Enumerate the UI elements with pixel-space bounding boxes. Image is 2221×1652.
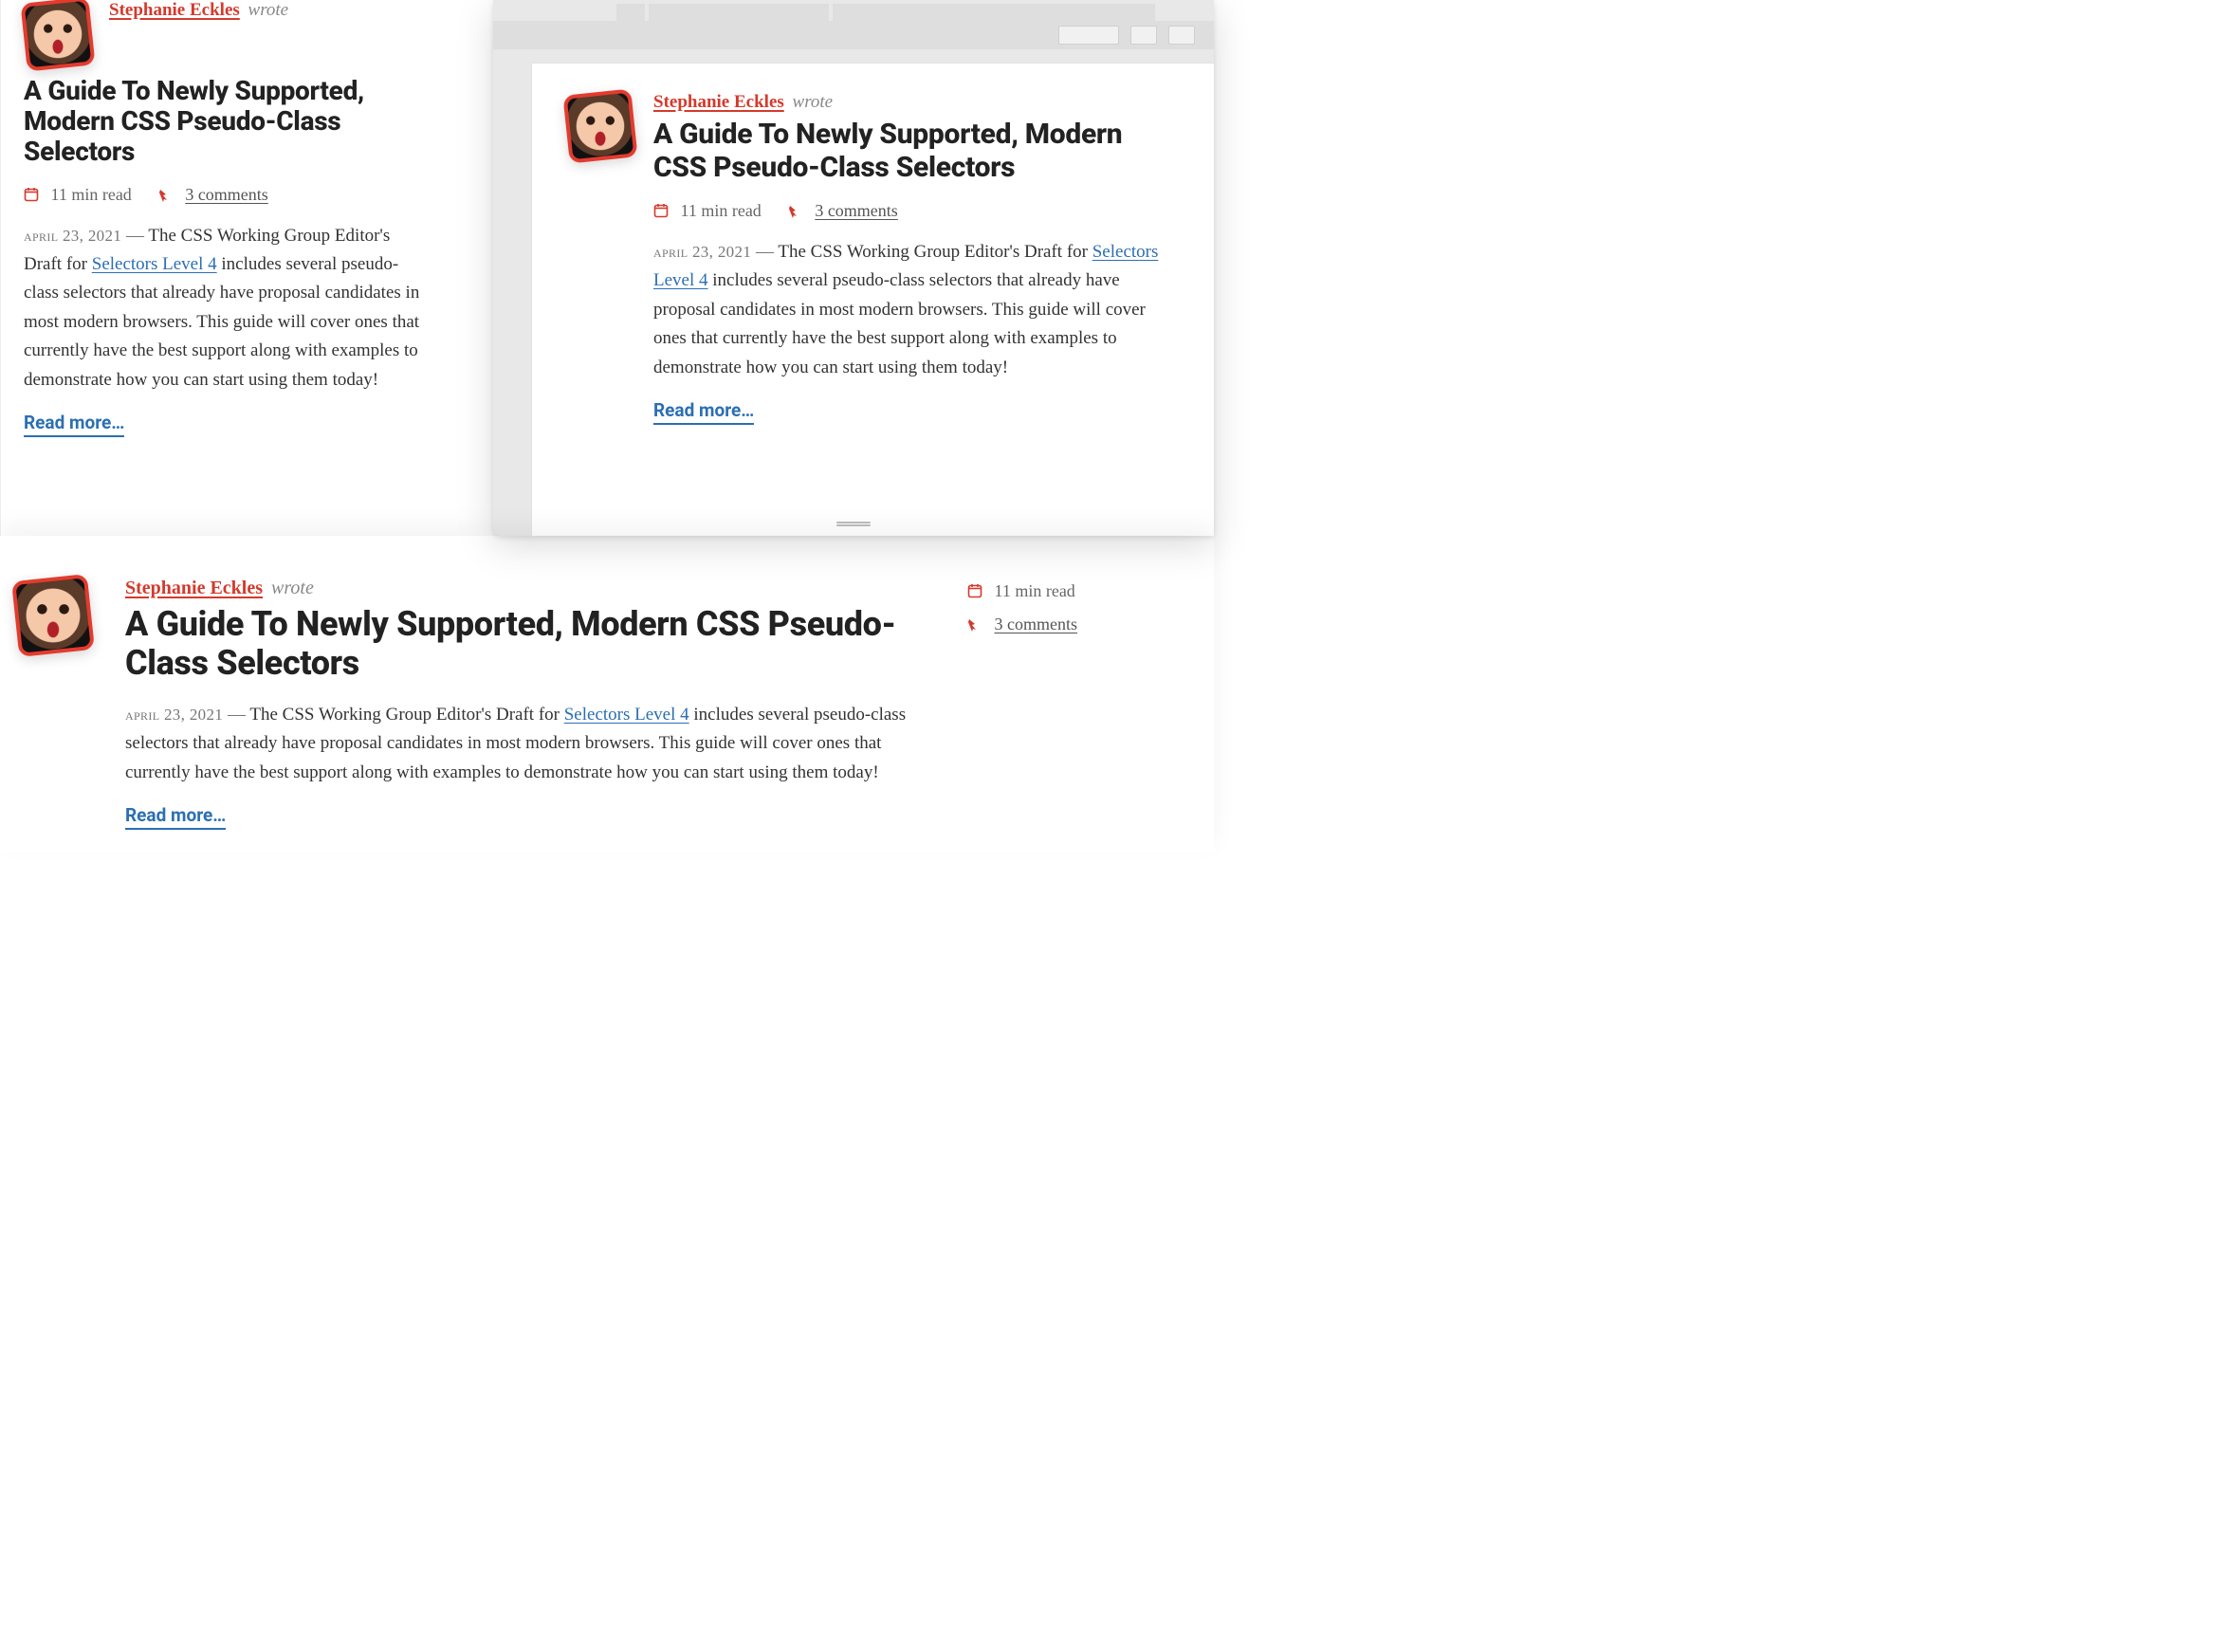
article-title[interactable]: A Guide To Newly Supported, Modern CSS P… [125,605,948,684]
read-time: 11 min read [967,581,1075,601]
article-date: april 23, 2021 [653,243,751,261]
browser-tab[interactable] [616,4,645,21]
browser-tab[interactable] [833,4,1155,21]
read-time: 11 min read [24,185,132,205]
comments: 3 comments [158,185,268,205]
article-meta: 11 min read 3 comments [653,201,1180,221]
browser-tab-strip [493,0,1214,21]
read-more-link[interactable]: Read more… [24,412,124,437]
comments-link[interactable]: 3 comments [815,201,898,220]
calendar-icon [967,583,982,598]
read-time-text: 11 min read [51,185,132,204]
comments: 3 comments [788,201,898,221]
browser-viewport: Stephanie Eckles wrote A Guide To Newly … [531,63,1214,536]
calendar-icon [653,203,669,218]
article-card-wide: Stephanie Eckles wrote A Guide To Newly … [15,578,1157,830]
article-date: april 23, 2021 [125,706,223,724]
author-avatar[interactable] [562,88,637,163]
comments-link[interactable]: 3 comments [185,185,268,204]
wrote-label: wrote [271,578,314,598]
article-excerpt: april 23, 2021 — The CSS Working Group E… [653,238,1180,382]
article-title[interactable]: A Guide To Newly Supported, Modern CSS P… [24,76,432,168]
article-card-medium: Stephanie Eckles wrote A Guide To Newly … [566,92,1180,425]
byline: Stephanie Eckles wrote [109,0,288,21]
author-avatar[interactable] [11,574,95,657]
byline: Stephanie Eckles wrote [125,578,948,599]
read-more-link[interactable]: Read more… [125,804,226,830]
selectors-level-4-link[interactable]: Selectors Level 4 [564,705,689,725]
author-link[interactable]: Stephanie Eckles [125,578,263,598]
browser-frame: Stephanie Eckles wrote A Guide To Newly … [493,0,1214,536]
read-more-link[interactable]: Read more… [653,399,754,425]
resize-handle[interactable] [836,521,871,526]
calendar-icon [24,187,39,202]
comments-link[interactable]: 3 comments [995,615,1078,633]
wrote-label: wrote [793,92,834,112]
comments: 3 comments [967,615,1077,634]
responsive-preview-pane: Stephanie Eckles wrote A Guide To Newly … [455,0,1214,536]
read-time-text: 11 min read [681,201,762,220]
article-excerpt: april 23, 2021 — The CSS Working Group E… [125,701,941,787]
toolbar-button[interactable] [1130,26,1157,45]
browser-tab[interactable] [649,4,829,21]
browser-toolbar [493,21,1214,49]
selectors-level-4-link[interactable]: Selectors Level 4 [92,254,217,274]
author-link[interactable]: Stephanie Eckles [653,92,784,112]
bird-icon [788,203,803,218]
article-date: april 23, 2021 [24,227,121,245]
read-time: 11 min read [653,201,762,221]
article-meta-sidebar: 11 min read 3 comments [967,581,1157,634]
byline: Stephanie Eckles wrote [653,92,1180,113]
read-time-text: 11 min read [995,581,1075,600]
wide-viewport-card: Stephanie Eckles wrote A Guide To Newly … [0,536,1214,853]
article-title[interactable]: A Guide To Newly Supported, Modern CSS P… [653,119,1180,184]
article-excerpt: april 23, 2021 — The CSS Working Group E… [24,222,432,395]
author-avatar[interactable] [20,0,95,72]
article-meta: 11 min read 3 comments [24,185,432,205]
author-link[interactable]: Stephanie Eckles [109,0,240,20]
toolbar-button[interactable] [1168,26,1195,45]
wrote-label: wrote [248,0,289,20]
toolbar-field[interactable] [1058,26,1119,45]
bird-icon [967,616,982,632]
narrow-viewport-card: Stephanie Eckles wrote A Guide To Newly … [0,0,455,536]
bird-icon [158,187,174,202]
article-card-narrow: Stephanie Eckles wrote A Guide To Newly … [24,0,432,437]
